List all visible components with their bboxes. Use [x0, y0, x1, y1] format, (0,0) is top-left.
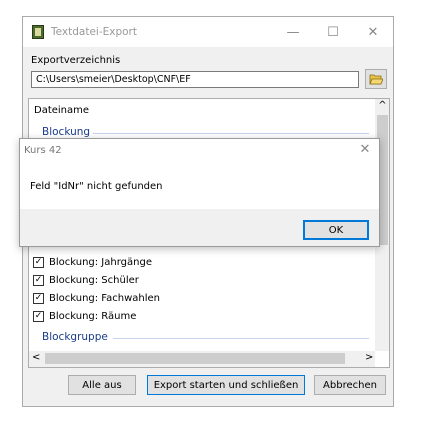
list-item-label: Blockung: Fachwahlen — [49, 292, 161, 304]
list-item-label: Blockung: Jahrgänge — [49, 256, 152, 268]
app-icon — [32, 25, 44, 39]
column-header-dateiname[interactable]: Dateiname — [34, 105, 89, 116]
scroll-right-icon[interactable]: > — [365, 352, 373, 363]
folder-open-icon — [369, 74, 383, 85]
title-bar: Textdatei-Export — ☐ ✕ — [23, 17, 393, 47]
dialog-message: Feld "IdNr" nicht gefunden — [30, 181, 163, 192]
horizontal-scrollbar[interactable]: < > — [29, 351, 375, 367]
group-heading-blockgruppe: Blockgruppe — [42, 331, 108, 343]
export-dir-input[interactable] — [31, 71, 359, 88]
message-dialog: Kurs 42 ✕ Feld "IdNr" nicht gefunden OK — [19, 138, 380, 247]
group-heading-blockung: Blockung — [42, 126, 90, 138]
list-item[interactable]: ✓ Blockung: Fachwahlen — [33, 290, 160, 306]
list-item[interactable]: ✓ Blockung: Jahrgänge — [33, 254, 152, 270]
checkbox[interactable]: ✓ — [33, 256, 44, 268]
group-heading-label: Blockgruppe — [42, 331, 108, 343]
close-button[interactable]: ✕ — [353, 17, 393, 47]
checkbox[interactable]: ✓ — [33, 274, 44, 286]
cancel-button[interactable]: Abbrechen — [314, 375, 386, 395]
list-item[interactable]: ✓ Blockung: Räume — [33, 308, 136, 324]
start-export-button[interactable]: Export starten und schließen — [147, 375, 305, 395]
horizontal-scroll-thumb[interactable] — [45, 353, 345, 364]
clear-all-button[interactable]: Alle aus — [68, 375, 136, 395]
dialog-close-button[interactable]: ✕ — [354, 142, 376, 158]
scroll-up-icon[interactable]: ^ — [377, 100, 388, 111]
window-title: Textdatei-Export — [51, 26, 137, 38]
list-item-label: Blockung: Schüler — [49, 274, 139, 286]
browse-folder-button[interactable] — [365, 69, 387, 89]
group-heading-label: Blockung — [42, 126, 91, 138]
export-dir-label: Exportverzeichnis — [31, 55, 121, 66]
group-divider — [113, 338, 369, 339]
ok-button[interactable]: OK — [303, 220, 369, 240]
minimize-button[interactable]: — — [273, 17, 313, 47]
dialog-content-area: Kurs 42 ✕ Feld "IdNr" nicht gefunden — [20, 139, 379, 209]
dialog-title: Kurs 42 — [24, 145, 62, 156]
list-item-label: Blockung: Räume — [49, 310, 137, 322]
group-divider — [93, 133, 369, 134]
checkbox[interactable]: ✓ — [33, 292, 44, 304]
maximize-button[interactable]: ☐ — [313, 17, 353, 47]
scroll-left-icon[interactable]: < — [32, 352, 40, 363]
list-item[interactable]: ✓ Blockung: Schüler — [33, 272, 139, 288]
checkbox[interactable]: ✓ — [33, 310, 44, 322]
